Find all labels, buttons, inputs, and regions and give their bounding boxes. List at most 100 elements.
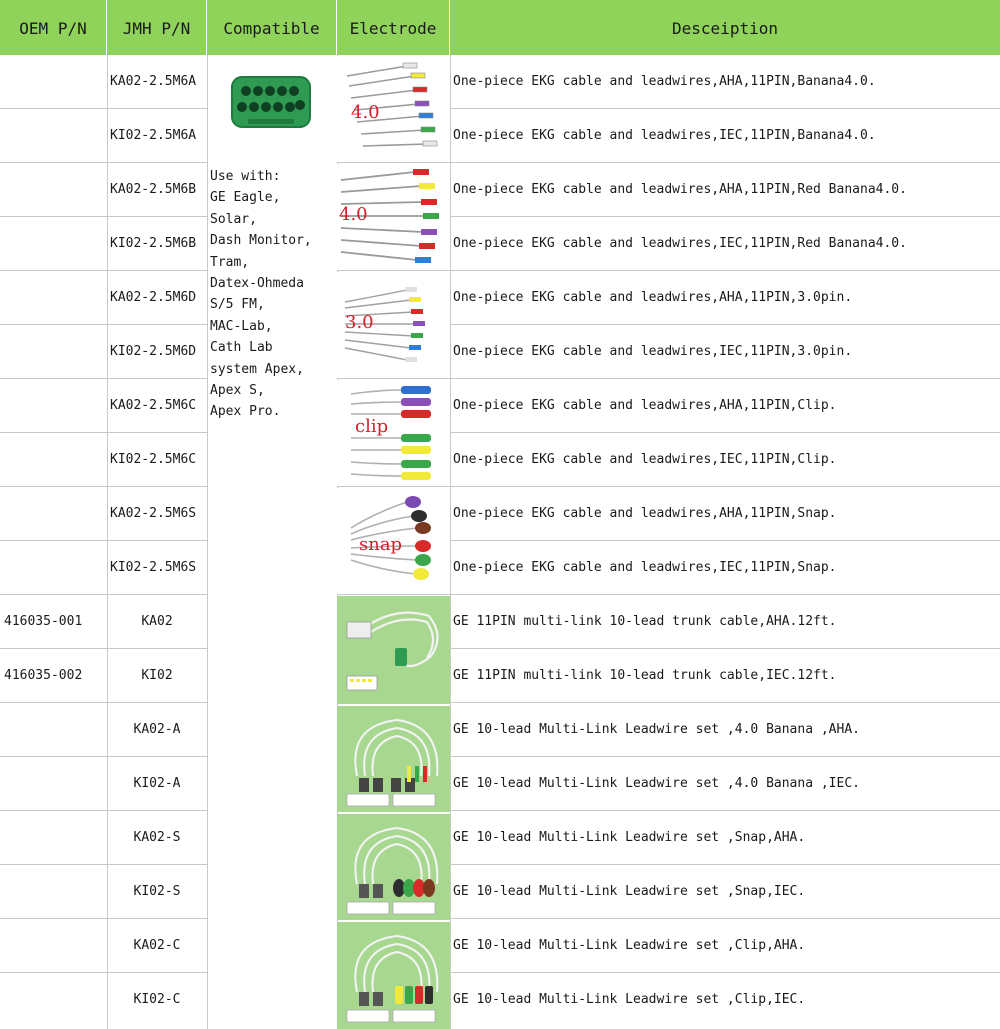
compatible-line: Apex Pro. (210, 404, 281, 420)
electrode-banana-image: 4.0 (337, 56, 450, 162)
table-row: KI02-2.5M6S One-piece EKG cable and leadw… (0, 541, 1000, 595)
compatible-line: Use with: (210, 169, 281, 184)
jmh-part-number: KA02-2.5M6S (110, 506, 197, 521)
table-row: KA02-A GE 10-lead Multi-Link Leadwire set… (0, 703, 1000, 757)
connector-11pin-image (230, 75, 312, 129)
electrode-red-banana-image: 4.0 (337, 164, 450, 270)
table-row: KA02-2.5M6D One-piece EKG cable and leadw… (0, 271, 1000, 325)
table-row: KA02-2.5M6C One-piece EKG cable and leadw… (0, 379, 1000, 433)
oem-part-number (0, 487, 107, 541)
table-row: KA02-2.5M6B One-piece EKG cable and leadw… (0, 163, 1000, 217)
product-table: OEM P/N JMH P/N Compatible Electrode Des… (0, 0, 1000, 1029)
oem-part-number: 416035-001 (4, 614, 83, 629)
compatible-list: Use with: GE Eagle, Solar, Dash Monitor,… (210, 166, 330, 423)
electrode-label-red-banana: 4.0 (339, 204, 368, 225)
electrode-label-snap: snap (359, 534, 402, 555)
table-row: 416035-002 KI02 GE 11PIN multi-link 10-lea… (0, 649, 1000, 703)
compatible-line: S/5 FM, (210, 297, 265, 313)
product-description: One-piece EKG cable and leadwires,IEC,11… (453, 236, 907, 251)
jmh-part-number: KA02-A (133, 722, 181, 737)
product-description: One-piece EKG cable and leadwires,IEC,11… (453, 452, 837, 467)
product-description: GE 10-lead Multi-Link Leadwire set ,4.0 … (453, 722, 860, 737)
table-row: 416035-001 KA02 GE 11PIN multi-link 10-lea… (0, 595, 1000, 649)
compatible-line: Tram, (210, 254, 250, 270)
jmh-part-number: KI02-2.5M6A (110, 128, 197, 143)
product-description: GE 10-lead Multi-Link Leadwire set ,Snap… (453, 830, 806, 845)
product-description: One-piece EKG cable and leadwires,IEC,11… (453, 344, 853, 359)
oem-part-number (0, 541, 107, 595)
jmh-part-number: KA02-2.5M6B (110, 182, 197, 197)
table-row: KI02-A GE 10-lead Multi-Link Leadwire set… (0, 757, 1000, 811)
jmh-part-number: KI02-A (133, 776, 181, 791)
product-description: One-piece EKG cable and leadwires,AHA,11… (453, 182, 907, 197)
product-description: One-piece EKG cable and leadwires,IEC,11… (453, 128, 876, 143)
table-row: KI02-2.5M6B One-piece EKG cable and leadw… (0, 217, 1000, 271)
jmh-part-number: KI02-2.5M6B (110, 236, 197, 251)
header-jmh: JMH P/N (107, 0, 207, 55)
compatible-line: MAC-Lab, (210, 318, 273, 334)
oem-part-number (0, 379, 107, 433)
table-row: KI02-C GE 10-lead Multi-Link Leadwire set… (0, 973, 1000, 1027)
oem-part-number (0, 163, 107, 217)
oem-part-number (0, 325, 107, 379)
jmh-part-number: KA02-S (133, 830, 181, 845)
oem-part-number (0, 433, 107, 487)
electrode-label-banana: 4.0 (351, 102, 380, 123)
table-row: KA02-2.5M6S One-piece EKG cable and leadw… (0, 487, 1000, 541)
oem-part-number (0, 919, 107, 973)
jmh-part-number: KI02-2.5M6C (110, 452, 197, 467)
compatible-line: Apex S, (210, 383, 265, 399)
jmh-part-number: KA02-C (133, 938, 181, 953)
trunk-cable-image (337, 596, 450, 704)
oem-part-number (0, 811, 107, 865)
table-header: OEM P/N JMH P/N Compatible Electrode Des… (0, 0, 1000, 55)
product-description: GE 10-lead Multi-Link Leadwire set ,Clip… (453, 938, 806, 953)
oem-part-number: 416035-002 (4, 668, 83, 683)
product-description: One-piece EKG cable and leadwires,IEC,11… (453, 560, 837, 575)
oem-part-number (0, 757, 107, 811)
jmh-part-number: KI02-2.5M6S (110, 560, 197, 575)
compatible-line: Cath Lab (210, 340, 273, 356)
jmh-part-number: KA02-2.5M6C (110, 398, 197, 413)
product-description: GE 10-lead Multi-Link Leadwire set ,Clip… (453, 992, 806, 1007)
table-row: KA02-2.5M6A One-piece EKG cable and leadw… (0, 55, 1000, 109)
oem-part-number (0, 55, 107, 109)
compatible-line: Solar, (210, 211, 257, 227)
electrode-clip-image: clip (337, 380, 450, 486)
jmh-part-number: KA02-2.5M6A (110, 74, 197, 89)
oem-part-number (0, 865, 107, 919)
leadwire-banana-image (337, 706, 450, 812)
table-row: KI02-2.5M6D One-piece EKG cable and leadw… (0, 325, 1000, 379)
table-row: KA02-S GE 10-lead Multi-Link Leadwire set… (0, 811, 1000, 865)
leadwire-snap-image (337, 814, 450, 920)
product-description: One-piece EKG cable and leadwires,AHA,11… (453, 290, 853, 305)
column-divider (450, 55, 451, 1029)
electrode-label-pin: 3.0 (345, 312, 374, 333)
oem-part-number (0, 973, 107, 1027)
electrode-pin-image: 3.0 (337, 272, 450, 378)
column-divider (107, 55, 108, 1029)
leadwire-clip-image (337, 922, 450, 1029)
header-compatible: Compatible (207, 0, 337, 55)
oem-part-number (0, 271, 107, 325)
header-oem: OEM P/N (0, 0, 107, 55)
compatible-line: GE Eagle, (210, 190, 281, 206)
electrode-label-clip: clip (355, 416, 388, 437)
compatible-line: Dash Monitor, (210, 233, 312, 249)
electrode-snap-image: snap (337, 488, 450, 594)
jmh-part-number: KA02-2.5M6D (110, 290, 197, 305)
product-description: GE 10-lead Multi-Link Leadwire set ,Snap… (453, 884, 806, 899)
product-description: One-piece EKG cable and leadwires,AHA,11… (453, 74, 876, 89)
header-description: Desceiption (672, 19, 778, 38)
table-row: KI02-S GE 10-lead Multi-Link Leadwire set… (0, 865, 1000, 919)
table-row: KA02-C GE 10-lead Multi-Link Leadwire set… (0, 919, 1000, 973)
jmh-part-number: KA02 (141, 614, 173, 629)
jmh-part-number: KI02-C (133, 992, 181, 1007)
table-row: KI02-2.5M6A One-piece EKG cable and leadw… (0, 109, 1000, 163)
table-row: KI02-2.5M6C One-piece EKG cable and leadw… (0, 433, 1000, 487)
compatible-line: Datex-Ohmeda (210, 276, 304, 292)
jmh-part-number: KI02-S (133, 884, 181, 899)
product-description: GE 10-lead Multi-Link Leadwire set ,4.0 … (453, 776, 860, 791)
jmh-part-number: KI02 (141, 668, 173, 683)
oem-part-number (0, 703, 107, 757)
